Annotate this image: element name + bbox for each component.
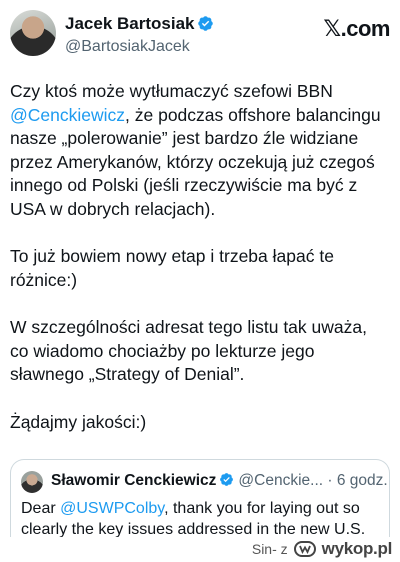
verified-badge-icon bbox=[198, 16, 214, 31]
tweet-p1-before: Czy ktoś może wytłumaczyć szefowi BBN bbox=[10, 81, 333, 101]
quoted-timestamp: · 6 godz. bbox=[327, 472, 388, 489]
wykop-logo-icon bbox=[293, 541, 316, 557]
author-name[interactable]: Jacek Bartosiak bbox=[65, 14, 214, 34]
watermark-user: Sin- z bbox=[251, 541, 288, 557]
tweet-paragraph-3: W szczególności adresat tego listu tak u… bbox=[10, 317, 367, 384]
tweet-body: Czy ktoś może wytłumaczyć szefowi BBN @C… bbox=[10, 80, 390, 458]
quoted-text-before: Dear bbox=[21, 500, 61, 517]
author-handle[interactable]: @BartosiakJacek bbox=[65, 38, 190, 56]
watermark: Sin- z wykop.pl bbox=[252, 539, 392, 559]
author-name-text[interactable]: Jacek Bartosiak bbox=[65, 14, 194, 33]
tweet-paragraph-1: Czy ktoś może wytłumaczyć szefowi BBN @C… bbox=[10, 80, 390, 221]
quoted-author-line: Sławomir Cenckiewicz @Cenckie... · 6 godz… bbox=[51, 472, 388, 490]
quoted-author-avatar bbox=[21, 471, 43, 493]
quoted-text: Dear @USWPColby, thank you for laying ou… bbox=[21, 498, 381, 540]
author-avatar[interactable] bbox=[10, 10, 56, 56]
site-label: 𝕏.com bbox=[323, 16, 390, 41]
verified-badge-icon bbox=[220, 473, 234, 486]
watermark-bar: Sin- z wykop.pl bbox=[0, 537, 400, 562]
watermark-brand: wykop.pl bbox=[321, 539, 393, 558]
tweet-header: Jacek Bartosiak @BartosiakJacek 𝕏.com bbox=[10, 8, 390, 60]
mention-link[interactable]: @Cenckiewicz bbox=[10, 105, 125, 125]
tweet-paragraph-4: Żądajmy jakości:) bbox=[10, 411, 147, 432]
quoted-author-handle: @Cenckie... bbox=[238, 472, 324, 489]
quoted-author-name: Sławomir Cenckiewicz bbox=[51, 472, 217, 489]
quoted-mention-link[interactable]: @USWPColby bbox=[60, 500, 164, 517]
tweet-paragraph-2: To już bowiem nowy etap i trzeba łapać t… bbox=[10, 246, 334, 290]
